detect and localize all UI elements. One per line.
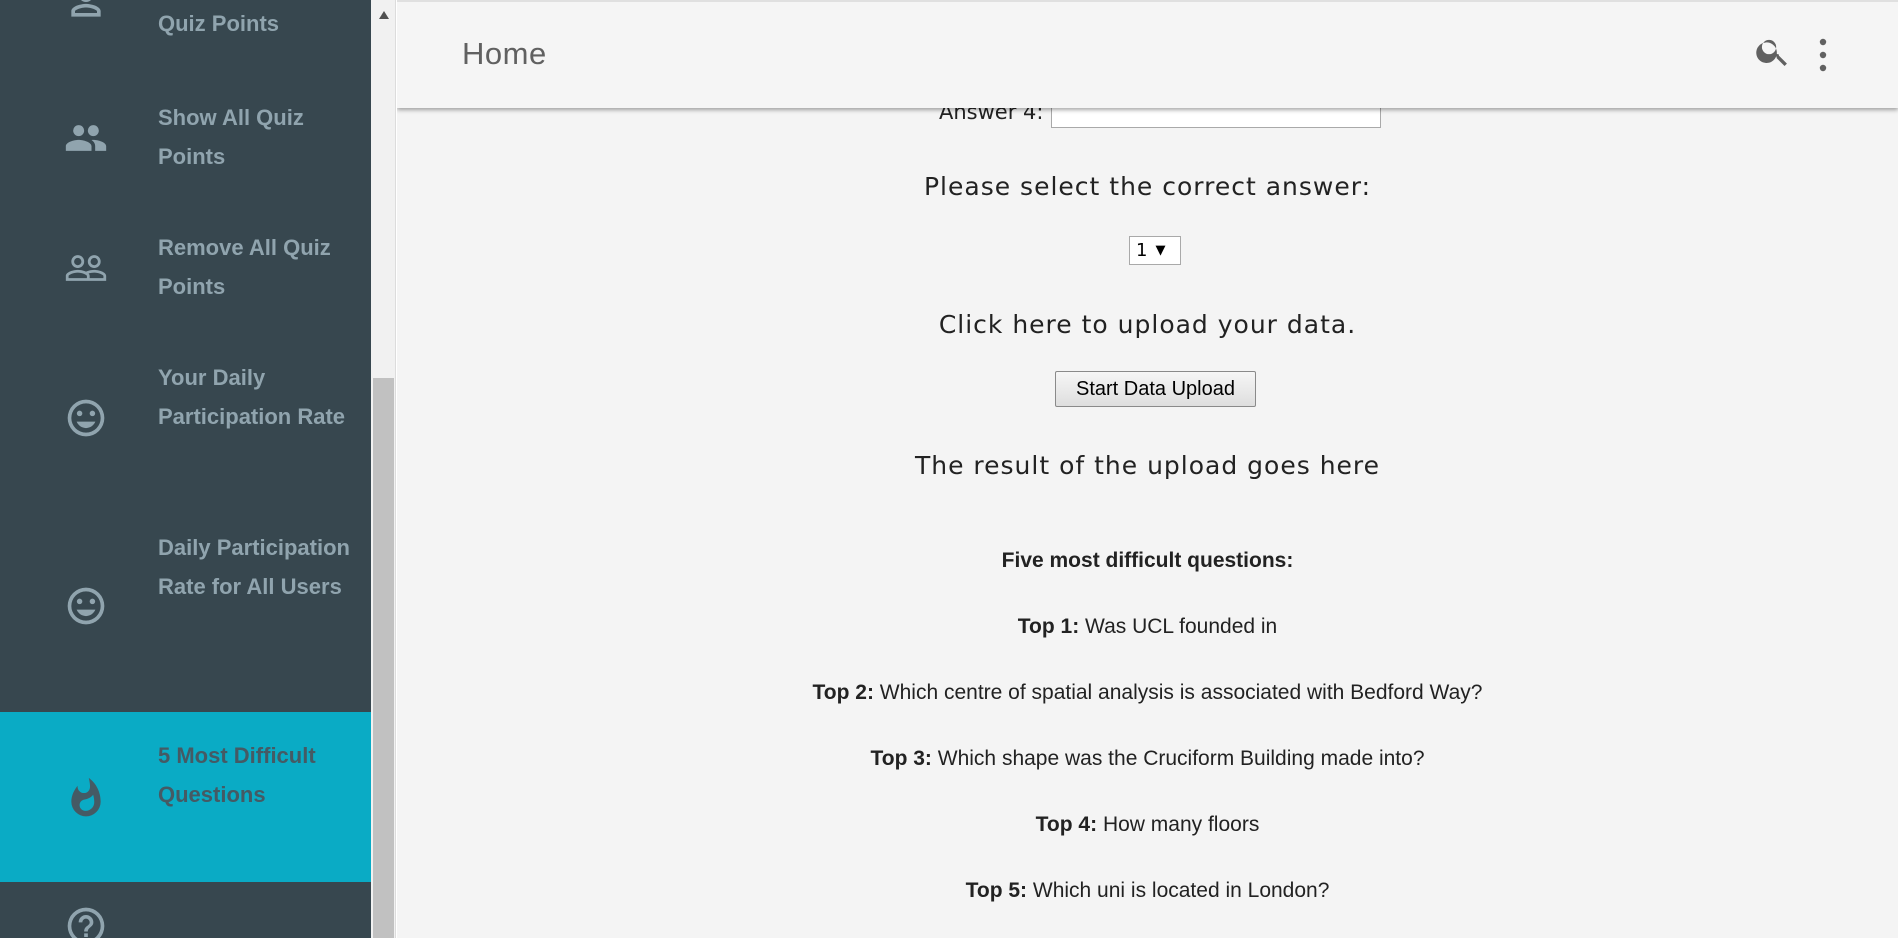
scroll-up-arrow-icon[interactable] (371, 4, 396, 26)
help-icon (64, 904, 108, 938)
search-icon[interactable] (1754, 32, 1792, 70)
question-text: Which shape was the Cruciform Building m… (937, 747, 1425, 770)
question-rank: Top 4: (1035, 813, 1098, 836)
sidebar-item-quiz-points[interactable]: Quiz Points (0, 0, 371, 70)
scrollbar-thumb[interactable] (373, 378, 394, 938)
sidebar-item-label: Daily Participation Rate for All Users (158, 535, 350, 599)
sidebar-item-label: Your Daily Participation Rate (158, 365, 346, 429)
question-rank: Top 1: (1017, 615, 1080, 638)
people-outline-icon (64, 246, 108, 290)
select-value: 1 (1136, 240, 1148, 261)
upload-prompt: Click here to upload your data. (938, 310, 1357, 339)
sidebar-item-5-most-difficult-questions[interactable]: 5 Most Difficult Questions (0, 712, 371, 882)
page-title: Home (462, 36, 547, 71)
people-icon (64, 116, 108, 160)
smiley-icon (64, 584, 108, 628)
question-text: Which centre of spatial analysis is asso… (879, 681, 1483, 704)
sidebar-nav: Quiz Points Show All Quiz Points Remove … (0, 0, 371, 938)
select-prompt: Please select the correct answer: (923, 172, 1372, 201)
sidebar-item-label: Quiz Points (158, 11, 279, 36)
question-text: Was UCL founded in (1085, 615, 1278, 638)
difficult-question-2: Top 2: Which centre of spatial analysis … (397, 681, 1898, 705)
difficult-question-4: Top 4: How many floors (397, 813, 1898, 837)
person-icon (64, 0, 108, 24)
sidebar-scrollbar[interactable] (371, 0, 396, 938)
main-content: Answer 4: Please select the correct answ… (397, 0, 1898, 938)
difficult-question-5: Top 5: Which uni is located in London? (397, 879, 1898, 903)
difficult-questions-heading: Five most difficult questions: (1001, 549, 1294, 572)
sidebar-item-remove-all-quiz-points[interactable]: Remove All Quiz Points (0, 228, 371, 350)
upload-result: The result of the upload goes here (914, 451, 1381, 480)
sidebar-item-help[interactable] (0, 890, 371, 938)
sidebar-item-show-all-quiz-points[interactable]: Show All Quiz Points (0, 98, 371, 220)
more-vert-icon[interactable] (1815, 36, 1831, 74)
sidebar-item-label: 5 Most Difficult Questions (158, 743, 316, 807)
difficult-question-1: Top 1: Was UCL founded in (397, 615, 1898, 639)
sidebar-item-label: Show All Quiz Points (158, 105, 304, 169)
sidebar-item-daily-participation-rate-all-users[interactable]: Daily Participation Rate for All Users (0, 528, 371, 708)
question-rank: Top 3: (870, 747, 932, 770)
smiley-icon (64, 396, 108, 440)
sidebar-item-label: Remove All Quiz Points (158, 235, 331, 299)
difficult-question-3: Top 3: Which shape was the Cruciform Bui… (397, 747, 1898, 771)
app-header: Home (397, 0, 1898, 108)
sidebar-item-your-daily-participation-rate[interactable]: Your Daily Participation Rate (0, 358, 371, 518)
question-text: Which uni is located in London? (1032, 879, 1330, 902)
correct-answer-select[interactable]: 1 ▼ (1129, 236, 1181, 265)
dropdown-caret-icon: ▼ (1155, 243, 1166, 258)
question-rank: Top 5: (965, 879, 1028, 902)
page-body: Answer 4: Please select the correct answ… (397, 0, 1898, 938)
question-rank: Top 2: (812, 681, 874, 704)
start-data-upload-button[interactable]: Start Data Upload (1055, 371, 1256, 407)
question-text: How many floors (1102, 813, 1260, 836)
fire-icon (64, 776, 108, 820)
